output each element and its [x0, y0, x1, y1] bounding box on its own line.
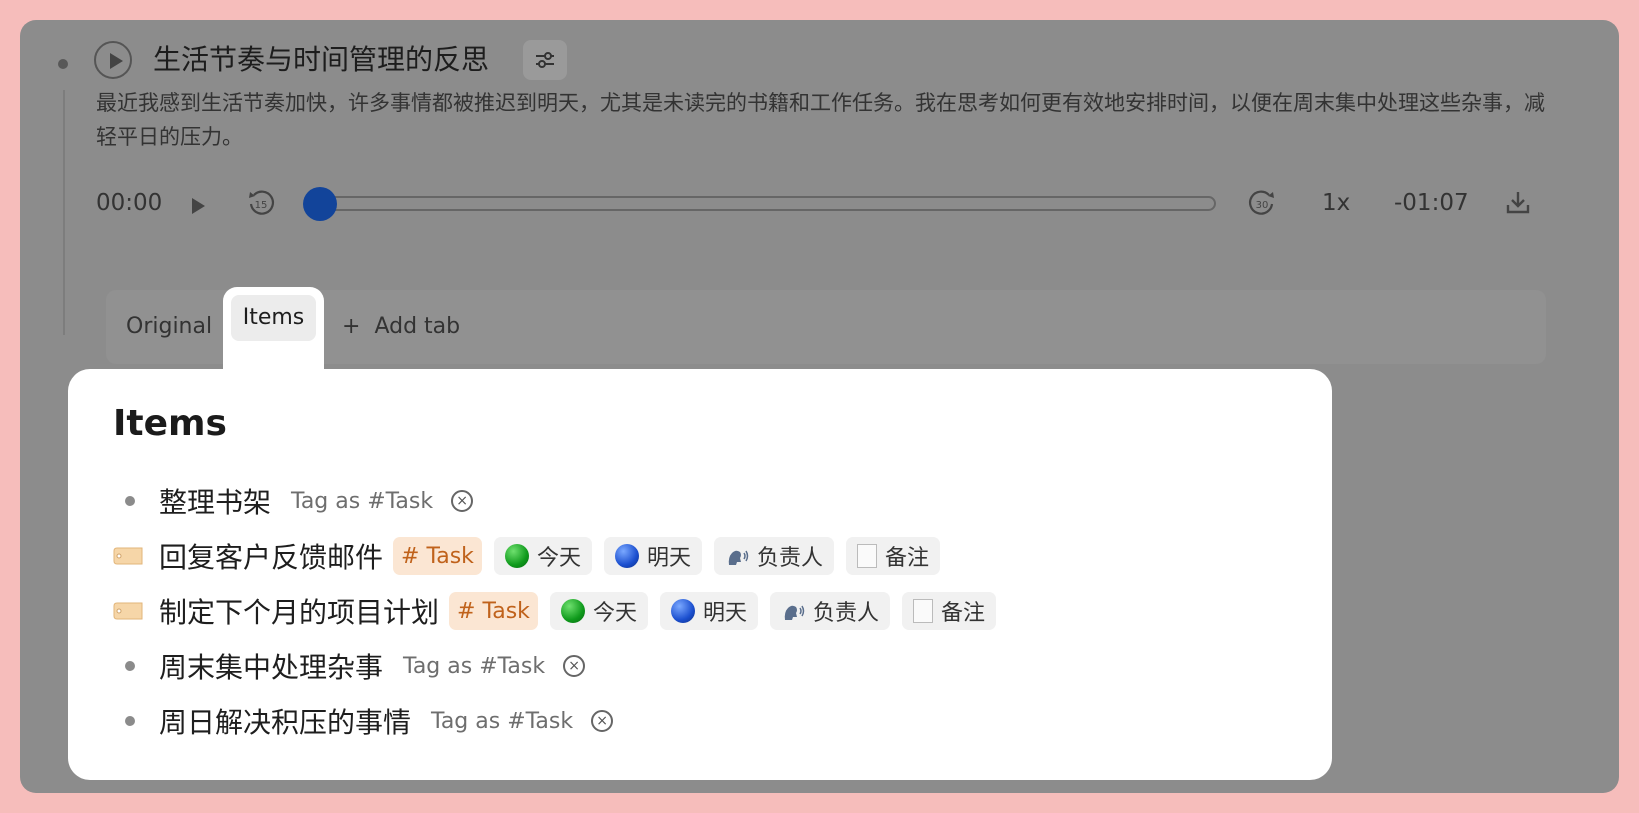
add-tab-button[interactable]: + Add tab: [342, 304, 460, 350]
tomorrow-chip[interactable]: 明天: [603, 537, 702, 575]
tag-icon: [113, 547, 143, 565]
item-text[interactable]: 周末集中处理杂事: [159, 646, 383, 686]
note-label: 备注: [884, 546, 929, 571]
tab-original[interactable]: Original: [126, 304, 212, 350]
task-tag-chip[interactable]: # Task: [393, 537, 482, 575]
dismiss-icon[interactable]: ×: [451, 490, 474, 512]
notepad-icon: [856, 544, 877, 568]
tag-as-task-button[interactable]: Tag as #Task: [403, 654, 545, 679]
progress-track[interactable]: [316, 196, 1216, 211]
item-text[interactable]: 周日解决积压的事情: [159, 701, 411, 741]
note-chip[interactable]: 备注: [845, 537, 940, 575]
svg-text:15: 15: [255, 200, 268, 211]
tab-items-highlight: Items: [223, 287, 324, 377]
tomorrow-chip[interactable]: 明天: [659, 592, 758, 630]
note-summary: 最近我感到生活节奏加快，许多事情都被推迟到明天，尤其是未读完的书籍和工作任务。我…: [96, 91, 1545, 149]
today-chip[interactable]: 今天: [493, 537, 592, 575]
forward-30-icon[interactable]: 30: [1247, 189, 1277, 219]
notepad-icon: [912, 599, 933, 623]
node-bullet[interactable]: [58, 59, 68, 69]
today-label: 今天: [592, 601, 637, 626]
owner-chip[interactable]: 负责人: [769, 592, 890, 630]
list-item: 周末集中处理杂事 Tag as #Task ×: [113, 646, 586, 686]
item-text[interactable]: 回复客户反馈邮件: [159, 536, 383, 576]
list-item: 制定下个月的项目计划 # Task 今天 明天 负责人 备注: [113, 591, 1008, 631]
rewind-15-icon[interactable]: 15: [246, 189, 276, 219]
audio-player: 00:00 15 30 1x -01:07: [96, 186, 1536, 226]
list-item: 整理书架 Tag as #Task ×: [113, 481, 474, 521]
plus-icon: +: [342, 314, 361, 339]
blue-circle-icon: [670, 599, 695, 623]
list-item: 回复客户反馈邮件 # Task 今天 明天 负责人 备注: [113, 536, 952, 576]
bullet-icon: [125, 496, 135, 506]
tag-icon: [113, 602, 143, 620]
page-title: 生活节奏与时间管理的反思: [153, 43, 490, 76]
bullet-icon: [125, 716, 135, 726]
sliders-icon: [536, 52, 554, 68]
add-tab-label: Add tab: [374, 314, 461, 339]
tag-as-task-button[interactable]: Tag as #Task: [431, 709, 573, 734]
green-circle-icon: [560, 599, 585, 623]
note-label: 备注: [940, 601, 985, 626]
progress-thumb[interactable]: [303, 187, 337, 221]
today-chip[interactable]: 今天: [549, 592, 648, 630]
green-circle-icon: [504, 544, 529, 568]
svg-text:30: 30: [1256, 200, 1269, 211]
current-time: 00:00: [96, 190, 163, 216]
dismiss-icon[interactable]: ×: [591, 710, 614, 732]
tomorrow-label: 明天: [702, 601, 747, 626]
play-note-button[interactable]: [94, 41, 132, 79]
download-icon[interactable]: [1504, 189, 1532, 217]
dismiss-icon[interactable]: ×: [563, 655, 586, 677]
playback-rate[interactable]: 1x: [1322, 190, 1350, 216]
today-label: 今天: [536, 546, 581, 571]
item-text[interactable]: 整理书架: [159, 481, 271, 521]
outline-guide: [63, 90, 65, 335]
tab-items[interactable]: Items: [231, 295, 316, 341]
play-icon[interactable]: [192, 198, 205, 214]
tomorrow-label: 明天: [646, 546, 691, 571]
tag-as-task-button[interactable]: Tag as #Task: [291, 489, 433, 514]
bullet-icon: [125, 661, 135, 671]
task-tag-chip[interactable]: # Task: [449, 592, 538, 630]
settings-button[interactable]: [523, 40, 567, 80]
blue-circle-icon: [614, 544, 639, 568]
speaking-head-icon: [784, 605, 805, 620]
items-panel: Items 整理书架 Tag as #Task × 回复客户反馈邮件 # Tas…: [68, 369, 1332, 780]
owner-label: 负责人: [812, 601, 879, 626]
list-item: 周日解决积压的事情 Tag as #Task ×: [113, 701, 614, 741]
panel-title: Items: [113, 403, 227, 444]
note-chip[interactable]: 备注: [901, 592, 996, 630]
remaining-time: -01:07: [1394, 190, 1469, 216]
item-text[interactable]: 制定下个月的项目计划: [159, 591, 439, 631]
speaking-head-icon: [728, 550, 749, 565]
owner-label: 负责人: [756, 546, 823, 571]
owner-chip[interactable]: 负责人: [713, 537, 834, 575]
